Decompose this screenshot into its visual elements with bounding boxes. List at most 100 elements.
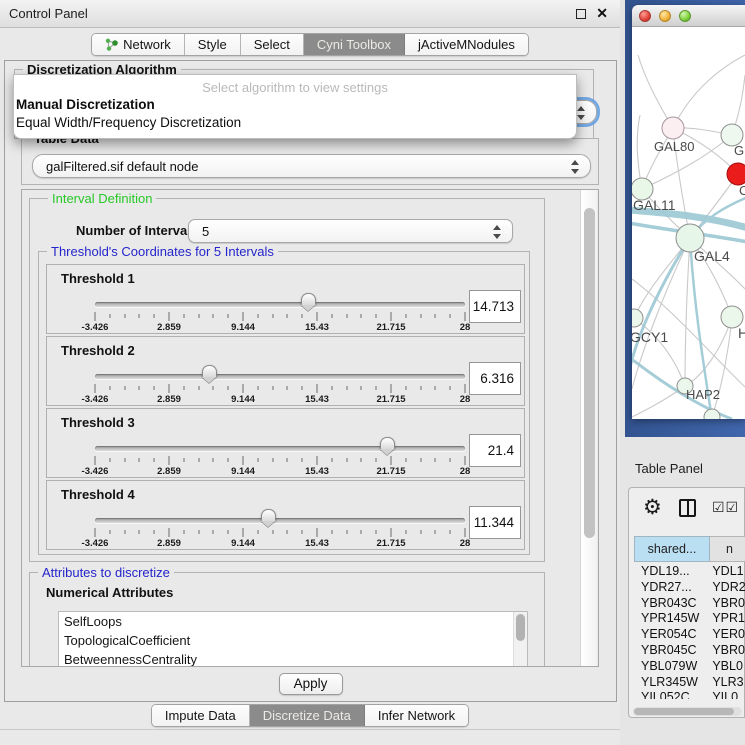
table-row[interactable]: YBR045CYBR0 (634, 643, 745, 659)
tab-impute-data[interactable]: Impute Data (152, 705, 250, 726)
threshold-4-slider[interactable]: -3.4262.8599.14415.4321.71528 (95, 481, 465, 551)
close-traffic-light[interactable] (639, 10, 651, 22)
threshold-2-slider[interactable]: -3.4262.8599.14415.4321.71528 (95, 337, 465, 407)
threshold-2-panel: Threshold 2 -3.4262.8599.14415.4321.7152… (46, 336, 525, 406)
tab-select[interactable]: Select (241, 34, 304, 55)
slider-ticks (95, 456, 465, 465)
table-row[interactable]: YIL052CYIL0 (634, 690, 745, 699)
tab-jactivemnodules[interactable]: jActiveMNodules (405, 34, 528, 55)
slider-track[interactable] (95, 302, 465, 307)
gear-icon[interactable]: ⚙ (643, 495, 662, 521)
threshold-1-value-field[interactable]: 14.713 (469, 290, 521, 323)
network-view-window[interactable]: GAL80 GAL11 GAL4 GCY1 HAP2 G C H (632, 5, 745, 419)
tab-style[interactable]: Style (185, 34, 241, 55)
list-item[interactable]: BetweennessCentrality (59, 650, 527, 667)
tick-mark (257, 386, 258, 390)
tick-mark (287, 314, 288, 318)
num-intervals-combobox[interactable]: 5 (188, 219, 513, 243)
slider-thumb[interactable] (380, 437, 395, 449)
cyni-content-panel: Discretization Algorithm Table Data galF… (4, 60, 617, 702)
tick-mark (331, 314, 332, 318)
network-window-titlebar[interactable] (632, 5, 745, 27)
float-window-icon[interactable] (576, 9, 586, 19)
tick-mark (391, 528, 392, 537)
node-label: GAL80 (654, 139, 694, 154)
tab-cyni-toolbox[interactable]: Cyni Toolbox (304, 34, 405, 55)
threshold-4-value-field[interactable]: 11.344 (469, 506, 521, 539)
threshold-1-panel: Threshold 1 -3.4262.8599.14415.4321.7152… (46, 264, 525, 334)
popup-option-manual-discretization[interactable]: Manual Discretization (14, 96, 576, 114)
tab-network[interactable]: Network (92, 34, 185, 55)
apply-button[interactable]: Apply (279, 673, 343, 695)
table-body: YDL19...YDL1 YDR27...YDR2 YBR043CYBR0 YP… (634, 564, 745, 699)
tick-mark (465, 312, 466, 321)
list-item[interactable]: SelfLoops (59, 612, 527, 631)
slider-thumb[interactable] (301, 293, 316, 305)
table-data-combobox[interactable]: galFiltered.sif default node (32, 154, 591, 178)
slider-track[interactable] (95, 446, 465, 451)
node-label: C (739, 183, 745, 198)
table-horizontal-scrollbar[interactable] (633, 707, 742, 716)
slider-thumb[interactable] (261, 509, 276, 521)
tick-mark (361, 386, 362, 390)
tick-mark (109, 386, 110, 390)
zoom-traffic-light[interactable] (679, 10, 691, 22)
list-scrollbar[interactable] (513, 612, 527, 667)
tick-mark (420, 386, 421, 390)
tick-label: 2.859 (157, 466, 181, 477)
scrollbar-thumb[interactable] (516, 614, 525, 641)
slider-track[interactable] (95, 374, 465, 379)
interval-definition-group: Interval Definition Number of Intervals … (29, 198, 545, 562)
list-item[interactable]: TopologicalCoefficient (59, 631, 527, 650)
tick-mark (257, 314, 258, 318)
tab-discretize-data[interactable]: Discretize Data (250, 705, 365, 726)
tick-mark (405, 458, 406, 462)
tick-mark (346, 530, 347, 534)
threshold-3-slider[interactable]: -3.4262.8599.14415.4321.71528 (95, 409, 465, 479)
threshold-1-slider[interactable]: -3.4262.8599.14415.4321.71528 (95, 265, 465, 335)
bottom-divider (0, 729, 620, 730)
scrollbar-thumb[interactable] (634, 708, 734, 715)
tick-mark (391, 312, 392, 321)
tick-mark (198, 458, 199, 462)
popup-option-equal-width-frequency[interactable]: Equal Width/Frequency Discretization (14, 114, 576, 132)
column-header-shared[interactable]: shared... (634, 536, 710, 562)
table-row[interactable]: YPR145WYPR1 (634, 611, 745, 627)
tick-mark (405, 386, 406, 390)
slider-thumb[interactable] (202, 365, 217, 377)
tick-label: -3.426 (82, 394, 109, 405)
tab-infer-network[interactable]: Infer Network (365, 705, 468, 726)
tick-mark (124, 386, 125, 390)
threshold-2-value-field[interactable]: 6.316 (469, 362, 521, 395)
tick-mark (435, 386, 436, 390)
minimize-traffic-light[interactable] (659, 10, 671, 22)
table-row[interactable]: YDL19...YDL1 (634, 564, 745, 580)
tick-label: 2.859 (157, 322, 181, 333)
close-icon[interactable]: ✕ (596, 5, 608, 22)
tick-mark (450, 386, 451, 390)
table-row[interactable]: YDR27...YDR2 (634, 580, 745, 596)
tick-mark (361, 458, 362, 462)
interval-definition-title: Interval Definition (48, 191, 156, 206)
tick-label: 21.715 (376, 394, 405, 405)
table-row[interactable]: YBL079WYBL0 (634, 659, 745, 675)
scrollbar-thumb[interactable] (584, 208, 595, 538)
tick-label: 2.859 (157, 394, 181, 405)
control-panel-titlebar[interactable]: Control Panel ✕ (0, 0, 620, 28)
tick-mark (257, 530, 258, 534)
column-header-name[interactable]: n (710, 536, 745, 562)
network-canvas[interactable]: GAL80 GAL11 GAL4 GCY1 HAP2 G C H (632, 27, 745, 419)
threshold-3-value-field[interactable]: 21.4 (469, 434, 521, 467)
table-row[interactable]: YLR345WYLR3 (634, 675, 745, 691)
tick-mark (213, 386, 214, 390)
settings-scroll-viewport: Interval Definition Number of Intervals … (21, 189, 599, 667)
tick-label: -3.426 (82, 466, 109, 477)
settings-scrollbar[interactable] (580, 190, 597, 666)
tick-label: 28 (460, 394, 471, 405)
checkbox-icons[interactable]: ☑☑ (712, 499, 739, 516)
split-columns-icon[interactable] (679, 499, 696, 517)
tick-label: 9.144 (231, 466, 255, 477)
table-row[interactable]: YER054CYER0 (634, 627, 745, 643)
table-row[interactable]: YBR043CYBR0 (634, 596, 745, 612)
slider-track[interactable] (95, 518, 465, 523)
